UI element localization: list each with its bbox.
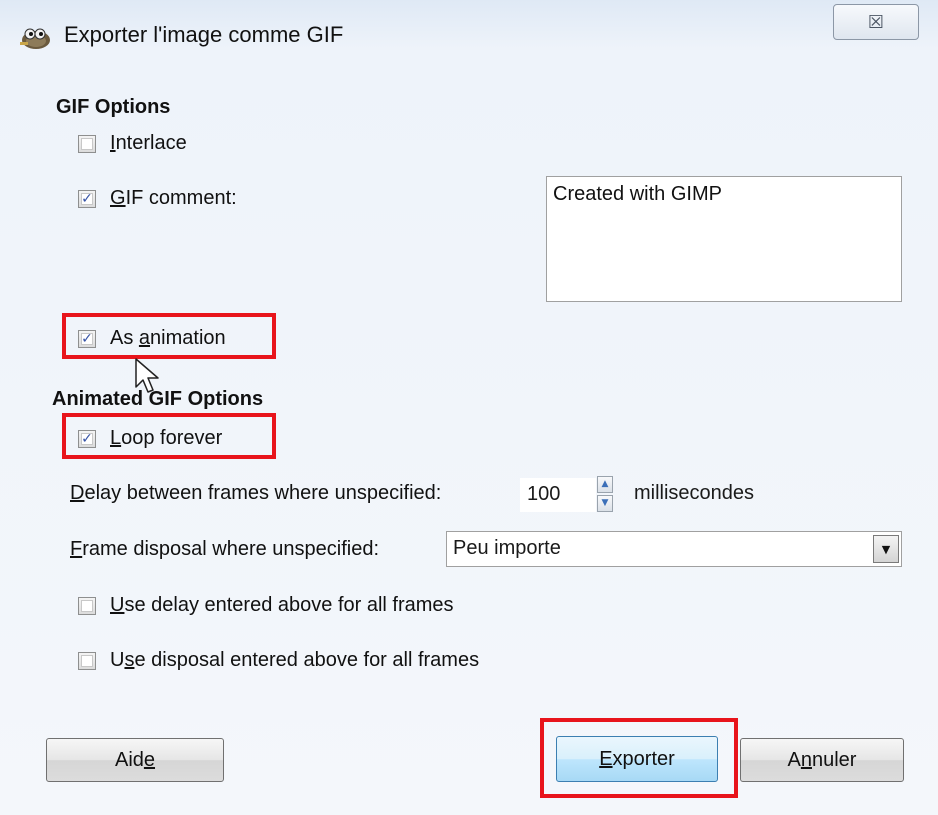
delay-units-label: millisecondes [634,482,755,504]
loop-forever-label: Loop forever [110,427,223,449]
loop-forever-checkbox[interactable]: ✓ [78,429,96,448]
gif-comment-textarea[interactable]: Created with GIMP [546,176,902,302]
delay-label: Delay between frames where unspecified: [70,482,442,504]
use-disposal-all-checkbox[interactable] [78,651,96,670]
help-button[interactable]: Aid e [46,738,224,782]
use-disposal-all-checkbox-row[interactable]: Use disposal entered above for all frame… [78,649,479,672]
interlace-checkbox[interactable] [78,134,96,153]
gimp-wilber-icon [20,28,50,49]
close-icon: ☒ [867,11,885,33]
gif-comment-checkbox-row[interactable]: ✓ GIF comment: [78,187,237,210]
use-delay-all-checkbox-row[interactable]: Use delay entered above for all frames [78,594,454,617]
gif-comment-checkbox[interactable]: ✓ [78,189,96,208]
delay-spinner[interactable]: ▲ ▼ [597,476,613,512]
gif-options-heading: GIF Options [56,96,171,118]
as-animation-label: As animation [110,327,226,349]
disposal-select[interactable]: Peu importe ▼ [446,531,902,567]
spin-down-icon[interactable]: ▼ [597,495,613,512]
window-title: Exporter l'image comme GIF [64,22,344,47]
checkmark-icon: ✓ [81,430,93,447]
export-button[interactable]: Exporter [556,736,718,782]
dialog-window: Exporter l'image comme GIF ☒ GIF Options… [0,0,938,815]
interlace-checkbox-row[interactable]: Interlace [78,132,187,155]
checkmark-icon: ✓ [81,190,93,207]
dropdown-arrow-icon[interactable]: ▼ [873,535,899,563]
checkmark-icon: ✓ [81,330,93,347]
disposal-label: Frame disposal where unspecified: [70,538,380,560]
close-button[interactable]: ☒ [833,4,919,40]
animated-gif-options-heading: Animated GIF Options [52,388,264,410]
loop-forever-checkbox-row[interactable]: ✓ Loop forever [78,427,222,450]
title-bar: Exporter l'image comme GIF ☒ [0,0,938,78]
spin-up-icon[interactable]: ▲ [597,476,613,493]
use-delay-all-label: Use delay entered above for all frames [110,594,454,616]
delay-input[interactable]: 100 [520,478,596,512]
interlace-label: Interlace [110,132,187,154]
disposal-selected-value: Peu importe [453,537,561,559]
use-delay-all-checkbox[interactable] [78,596,96,615]
cancel-button[interactable]: An nuler [740,738,904,782]
use-disposal-all-label: Use disposal entered above for all frame… [110,649,480,671]
as-animation-checkbox[interactable]: ✓ [78,329,96,348]
as-animation-checkbox-row[interactable]: ✓ As animation [78,327,226,350]
gif-comment-label: GIF comment: [110,187,237,209]
